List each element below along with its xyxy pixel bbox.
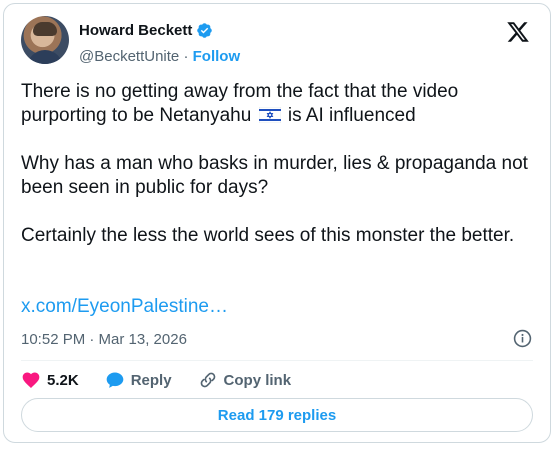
read-replies-button[interactable]: Read 179 replies (21, 398, 533, 432)
verified-badge-icon (197, 23, 213, 38)
x-logo-icon[interactable] (506, 20, 530, 44)
action-bar: 5.2K Reply Copy link (21, 370, 317, 390)
info-icon[interactable] (513, 329, 532, 348)
author-name-row: Howard Beckett (79, 22, 213, 39)
tweet-timestamp[interactable]: 10:52 PM · Mar 13, 2026 (21, 331, 187, 348)
avatar-hair (33, 22, 57, 36)
handle-separator: · (179, 48, 193, 65)
like-button[interactable]: 5.2K (21, 370, 79, 390)
reply-label: Reply (130, 371, 172, 389)
tweet-text-part-2: is AI influenced (282, 105, 416, 126)
tweet-link[interactable]: x.com/EyeonPalestine… (21, 296, 228, 318)
heart-icon (22, 372, 40, 388)
link-icon (200, 372, 215, 388)
author-name[interactable]: Howard Beckett (79, 22, 192, 39)
tweet-paragraph-3: Certainly the less the world sees of thi… (21, 225, 515, 246)
author-handle[interactable]: @BeckettUnite (79, 48, 179, 65)
reply-bubble-icon (106, 372, 124, 388)
avatar[interactable] (21, 16, 69, 64)
copy-link-button[interactable]: Copy link (198, 370, 292, 390)
follow-button[interactable]: Follow (193, 48, 241, 65)
avatar-body (27, 50, 63, 64)
divider (21, 360, 533, 361)
copy-link-label: Copy link (223, 371, 292, 389)
tweet-card: Howard Beckett @BeckettUnite · Follow Th… (3, 3, 551, 443)
like-count: 5.2K (47, 371, 79, 389)
author-handle-row: @BeckettUnite · Follow (79, 48, 240, 65)
israel-flag-icon (258, 107, 281, 123)
reply-button[interactable]: Reply (105, 370, 172, 390)
tweet-paragraph-2: Why has a man who basks in murder, lies … (21, 153, 528, 198)
tweet-text: There is no getting away from the fact t… (21, 80, 536, 248)
